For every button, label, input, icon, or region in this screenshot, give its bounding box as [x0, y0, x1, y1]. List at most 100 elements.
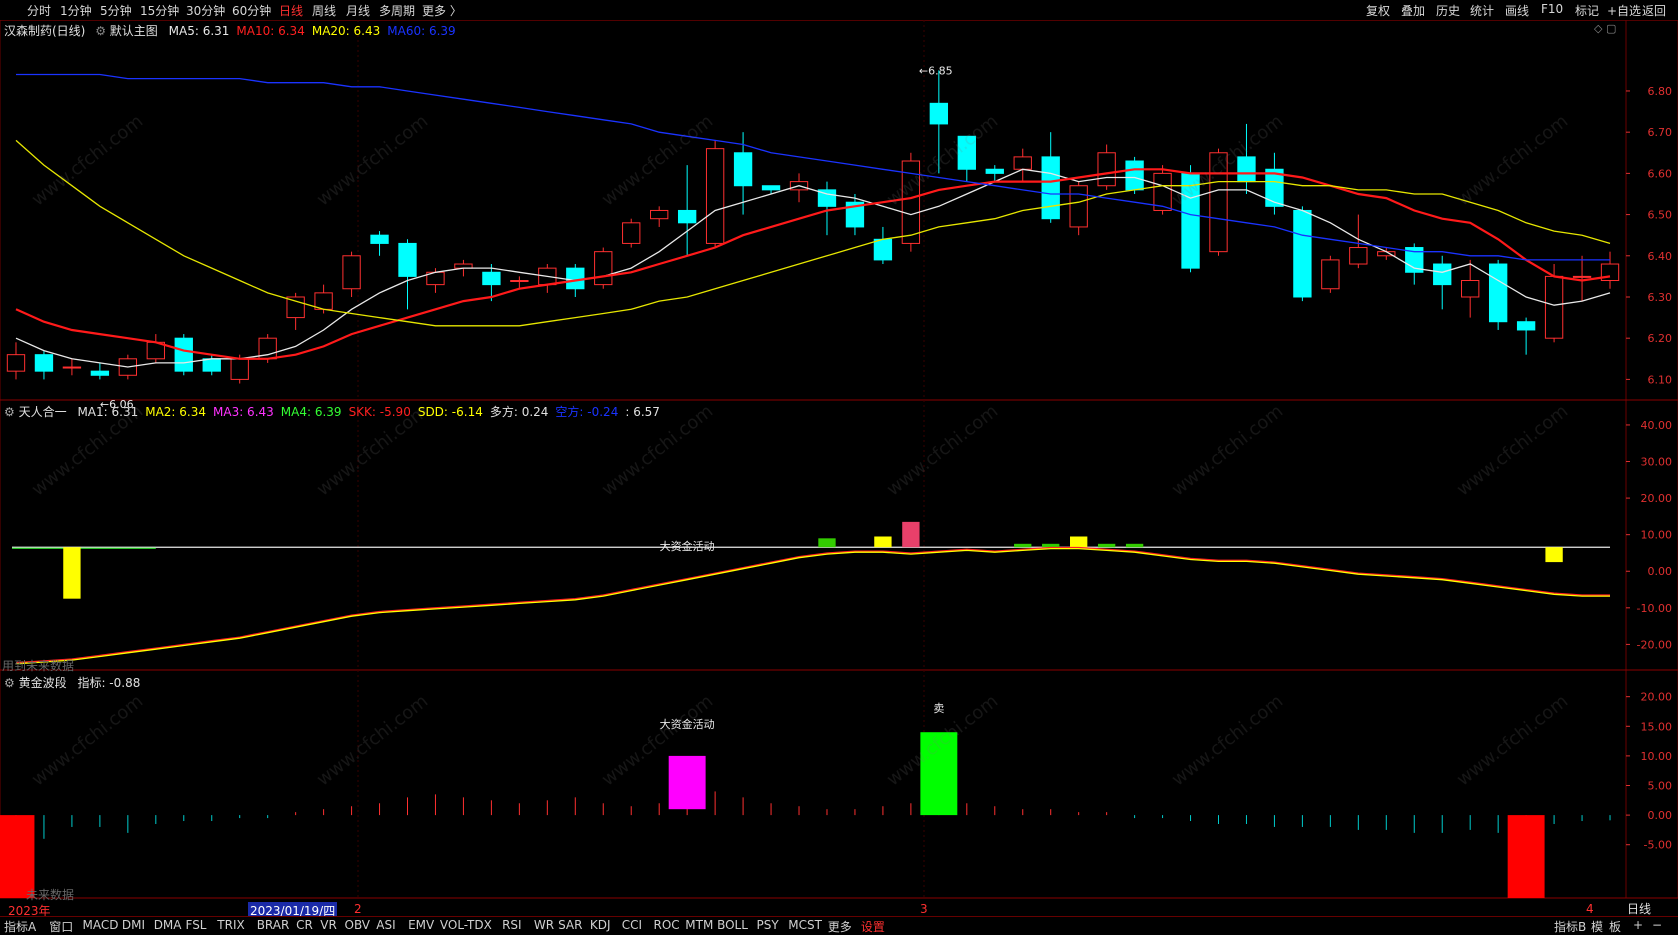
candle-45	[1265, 152, 1284, 215]
indicator-tab-8[interactable]: CR	[296, 918, 313, 932]
candle-38	[1069, 181, 1088, 236]
indicator-tab-14[interactable]: RSI	[502, 918, 522, 932]
candle-41	[1153, 165, 1172, 215]
period-tab-7[interactable]: 周线	[312, 2, 336, 19]
candle-54	[1516, 317, 1536, 355]
main-axis-tick-7: 6.80	[1648, 85, 1673, 98]
ma-legend-item-3: MA60: 6.39	[387, 24, 456, 38]
tool-button-6[interactable]: 标记	[1575, 2, 1599, 19]
indicator-b-control-3[interactable]: +	[1633, 918, 1643, 932]
period-tab-10[interactable]: 更多 〉	[422, 2, 462, 19]
indicator-tab-2[interactable]: MACD	[83, 918, 119, 932]
period-tab-9[interactable]: 多周期	[379, 2, 415, 19]
candle-37	[1041, 132, 1060, 223]
ind1-axis-tick-1: -10.00	[1637, 602, 1672, 615]
tool-button-5[interactable]: F10	[1541, 2, 1563, 16]
indicator-tab-6[interactable]: TRIX	[217, 918, 244, 932]
period-tab-3[interactable]: 15分钟	[140, 2, 179, 19]
template-name[interactable]: 默认主图	[110, 24, 158, 38]
indicator1-settings-icon[interactable]: ⚙	[4, 405, 15, 419]
indicator-tab-11[interactable]: ASI	[376, 918, 395, 932]
month-mark-2: 4	[1586, 902, 1594, 916]
period-tab-4[interactable]: 30分钟	[186, 2, 225, 19]
period-tab-6[interactable]: 日线	[279, 2, 303, 19]
ind2-axis-tick-4: 15.00	[1641, 720, 1673, 733]
ma-legend-item-2: MA20: 6.43	[311, 24, 381, 38]
indicator-tab-7[interactable]: BRAR	[257, 918, 290, 932]
indicator2-values: 指标: -0.88	[70, 676, 140, 690]
indicator-tab-25[interactable]: 设置	[861, 918, 885, 935]
line-ma5	[15, 168, 1611, 368]
settings-icon[interactable]: ⚙	[95, 24, 106, 38]
indicator1-legend: ⚙ 天人合一 MA1: 6.31 MA2: 6.34 MA3: 6.43 MA4: 6…	[4, 403, 660, 420]
line-ma10	[15, 168, 1611, 360]
tool-button-4[interactable]: 画线	[1505, 2, 1529, 19]
indicator-tab-22[interactable]: PSY	[757, 918, 779, 932]
tool-button-2[interactable]: 历史	[1436, 2, 1460, 19]
indicator-tab-17[interactable]: KDJ	[590, 918, 611, 932]
sell-mark: 卖	[933, 702, 944, 715]
indicator-tab-15[interactable]: WR	[534, 918, 554, 932]
indicator-b-control-2[interactable]: 板	[1609, 918, 1621, 935]
window-controls[interactable]: ◇ ▢	[1594, 22, 1616, 35]
indicator-tab-12[interactable]: EMV	[408, 918, 434, 932]
indicator-tab-19[interactable]: ROC	[654, 918, 680, 932]
candle-21	[594, 247, 613, 289]
ind2-axis-tick-1: 0.00	[1648, 809, 1673, 822]
tool-button-3[interactable]: 统计	[1470, 2, 1494, 19]
period-tab-0[interactable]: 分时	[27, 2, 51, 19]
tool-button-8[interactable]: 返回	[1642, 2, 1666, 19]
period-tab-8[interactable]: 月线	[346, 2, 370, 19]
period-tab-1[interactable]: 1分钟	[60, 2, 92, 19]
ind2-block-2	[920, 732, 958, 816]
main-axis-tick-5: 6.60	[1648, 167, 1673, 180]
indicator1-name[interactable]: 天人合一	[19, 405, 67, 419]
ind2-block-1	[668, 755, 706, 810]
period-tab-2[interactable]: 5分钟	[100, 2, 132, 19]
candle-32	[901, 152, 921, 252]
indicator-b-control-1[interactable]: 模	[1591, 918, 1603, 935]
candle-43	[1209, 148, 1228, 256]
indicator-tab-23[interactable]: MCST	[788, 918, 822, 932]
indicator-b-control-4[interactable]: −	[1652, 918, 1662, 932]
indicator-tab-4[interactable]: DMA	[154, 918, 182, 932]
indicator-tab-24[interactable]: 更多	[828, 918, 852, 935]
candle-57	[1600, 251, 1620, 289]
ind2-axis-tick-2: 5.00	[1648, 780, 1673, 793]
indicator2-name[interactable]: 黄金波段	[19, 676, 67, 690]
tool-button-0[interactable]: 复权	[1366, 2, 1390, 19]
tool-button-7[interactable]: +自选	[1607, 2, 1641, 19]
ind1-axis-tick-0: -20.00	[1637, 638, 1672, 651]
indicator-tab-20[interactable]: MTM	[685, 918, 713, 932]
period-tab-5[interactable]: 60分钟	[232, 2, 271, 19]
indicator-tab-9[interactable]: VR	[320, 918, 337, 932]
candle-44	[1237, 123, 1256, 194]
ind2-annotation: 大资金活动	[660, 717, 715, 731]
grid-lines	[0, 20, 1678, 899]
indicator-tab-18[interactable]: CCI	[622, 918, 642, 932]
ma-values: MA5: 6.31 MA10: 6.34 MA20: 6.43 MA60: 6.39	[162, 24, 456, 38]
indicator-tab-5[interactable]: FSL	[186, 918, 207, 932]
indicator-tab-10[interactable]: OBV	[345, 918, 371, 932]
candle-53	[1488, 259, 1508, 330]
period-toolbar: 分时 1分钟 5分钟 15分钟 30分钟 60分钟 日线 周线 月线 多周期 更多 〉 复权 叠加 历史…	[0, 0, 1678, 21]
indicator2-settings-icon[interactable]: ⚙	[4, 676, 15, 690]
ind2-axis-tick-3: 10.00	[1641, 750, 1673, 763]
ind1-legend-item-6: 多方: 0.24	[489, 405, 549, 419]
period-tag: 日线	[1627, 902, 1652, 916]
indicator-b-control-0[interactable]: 指标B	[1554, 918, 1586, 935]
candle-1	[34, 350, 54, 380]
candle-5	[146, 334, 165, 363]
indicator-tab-3[interactable]: DMI	[122, 918, 145, 932]
indicator-tab-0[interactable]: 指标A	[4, 918, 36, 935]
candle-19	[538, 264, 557, 293]
indicator-tab-16[interactable]: SAR	[558, 918, 582, 932]
tool-button-1[interactable]: 叠加	[1401, 2, 1425, 19]
price-axis: 6.10 6.20 6.30 6.40 6.50 6.60 6.70 6.80 -20.00 -1…	[1626, 85, 1672, 852]
ind1-bar-6	[1070, 536, 1088, 548]
ind1-legend-item-5: SDD: -6.14	[417, 405, 483, 419]
ind1-axis-tick-2: 0.00	[1648, 565, 1673, 578]
indicator-tab-1[interactable]: 窗口	[49, 918, 73, 935]
indicator-tab-21[interactable]: BOLL	[717, 918, 748, 932]
indicator-tab-13[interactable]: VOL-TDX	[440, 918, 492, 932]
